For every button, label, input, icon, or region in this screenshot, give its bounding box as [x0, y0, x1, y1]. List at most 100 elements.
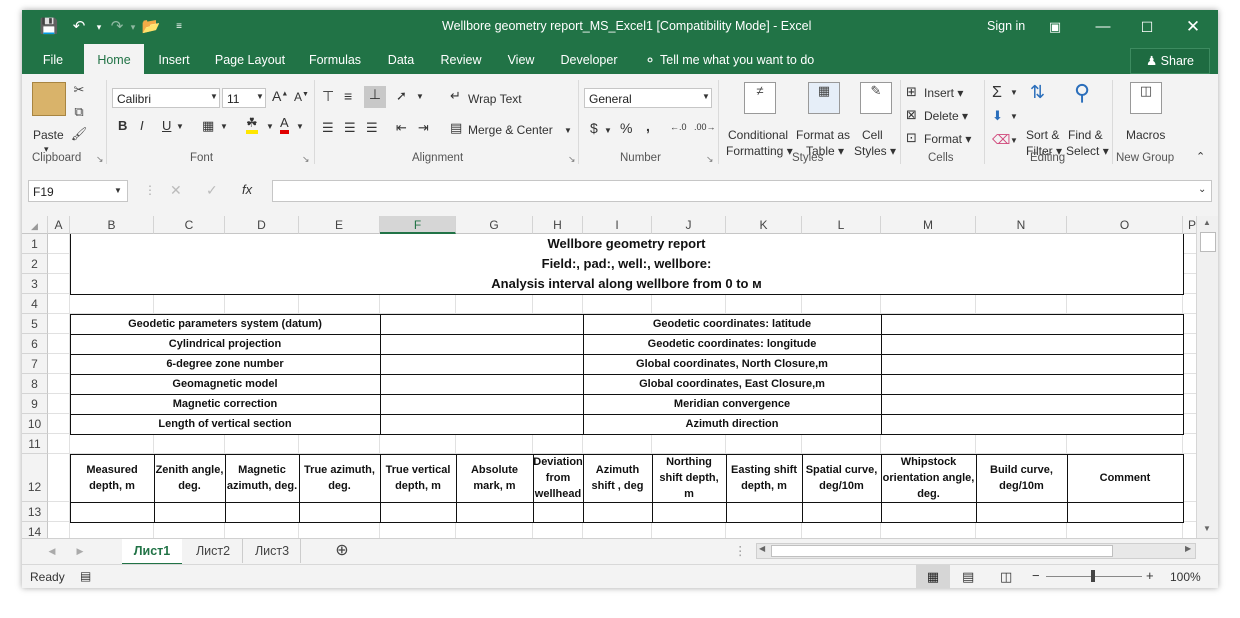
table-data-cell[interactable]: [456, 502, 533, 522]
param-label-left[interactable]: Geodetic parameters system (datum): [70, 314, 380, 334]
customize-qat-icon[interactable]: ≡: [168, 16, 190, 38]
scroll-right-icon[interactable]: ▶: [1185, 544, 1191, 553]
sort-filter-label[interactable]: Sort &: [1026, 128, 1059, 142]
autosum-dropdown-icon[interactable]: ▼: [1010, 88, 1018, 97]
align-left-icon[interactable]: ☰: [322, 120, 334, 136]
param-label-right[interactable]: Geodetic coordinates: longitude: [583, 334, 881, 354]
table-header-cell[interactable]: Northing shift depth, m: [652, 454, 726, 502]
table-header-cell[interactable]: True azimuth, deg.: [299, 454, 380, 502]
zoom-slider-thumb[interactable]: [1091, 570, 1095, 582]
param-label-left[interactable]: Length of vertical section: [70, 414, 380, 434]
currency-dropdown-icon[interactable]: ▼: [604, 126, 612, 135]
table-header-cell[interactable]: Azimuth shift , deg: [583, 454, 652, 502]
column-header-c[interactable]: C: [154, 216, 225, 234]
tab-split-handle-icon[interactable]: ⋮: [734, 539, 747, 563]
vertical-scroll-thumb[interactable]: [1200, 232, 1216, 252]
clear-icon[interactable]: ⌫: [992, 132, 1010, 148]
param-label-right[interactable]: Global coordinates, East Closure,m: [583, 374, 881, 394]
tab-data[interactable]: Data: [382, 44, 420, 74]
open-folder-icon[interactable]: 📂: [140, 16, 162, 38]
share-button[interactable]: ♟ Share: [1130, 48, 1210, 74]
underline-icon[interactable]: U: [162, 118, 171, 133]
param-value-right[interactable]: [881, 354, 1183, 374]
worksheet-grid[interactable]: ◢ A B C D E F G H I J K L M N O P 1 2 3 4 5 6 7 8 9 10 11 12 13 14 Well…: [22, 216, 1196, 538]
table-data-cell[interactable]: [299, 502, 380, 522]
save-icon[interactable]: 💾: [38, 16, 60, 38]
macro-recording-icon[interactable]: ▤: [80, 569, 91, 583]
table-header-cell[interactable]: Whipstock orientation angle, deg.: [881, 454, 976, 502]
name-box[interactable]: F19: [28, 180, 128, 202]
column-header-h[interactable]: H: [533, 216, 583, 234]
confirm-entry-icon[interactable]: ✓: [206, 182, 218, 199]
table-header-cell[interactable]: Easting shift depth, m: [726, 454, 802, 502]
tab-page-layout[interactable]: Page Layout: [208, 44, 292, 74]
italic-icon[interactable]: I: [140, 118, 144, 133]
paste-button[interactable]: Paste: [33, 128, 64, 142]
insert-function-icon[interactable]: fx: [242, 182, 252, 197]
format-cells-icon[interactable]: ⊡: [906, 130, 917, 146]
tab-home[interactable]: Home: [84, 44, 144, 74]
fill-color-dropdown-icon[interactable]: ▼: [266, 122, 274, 131]
column-header-e[interactable]: E: [299, 216, 380, 234]
macros-button[interactable]: Macros: [1126, 128, 1165, 142]
table-header-cell[interactable]: Absolute mark, m: [456, 454, 533, 502]
column-header-n[interactable]: N: [976, 216, 1067, 234]
comma-style-icon[interactable]: ,: [646, 118, 650, 134]
page-break-view-icon[interactable]: ◫: [1000, 569, 1012, 585]
normal-view-icon[interactable]: ▦: [916, 565, 950, 588]
param-value-left[interactable]: [380, 354, 583, 374]
tab-developer[interactable]: Developer: [556, 44, 622, 74]
percent-icon[interactable]: %: [620, 120, 632, 136]
bold-icon[interactable]: B: [118, 118, 127, 133]
orientation-dropdown-icon[interactable]: ▼: [416, 92, 424, 101]
insert-cells-icon[interactable]: ⊞: [906, 84, 917, 100]
column-header-f[interactable]: F: [380, 216, 456, 234]
undo-icon[interactable]: ↶: [68, 16, 90, 38]
column-header-a[interactable]: A: [48, 216, 70, 234]
align-right-icon[interactable]: ☰: [366, 120, 378, 136]
expand-formula-bar-icon[interactable]: ⌄: [1198, 184, 1206, 195]
decrease-indent-icon[interactable]: ⇤: [396, 120, 407, 136]
underline-dropdown-icon[interactable]: ▼: [176, 122, 184, 131]
param-value-right[interactable]: [881, 394, 1183, 414]
currency-icon[interactable]: $: [590, 120, 598, 136]
row-header-9[interactable]: 9: [22, 394, 48, 414]
tab-formulas[interactable]: Formulas: [302, 44, 368, 74]
sheet-tab-1[interactable]: Лист1: [122, 539, 182, 565]
number-launcher-icon[interactable]: ↘: [706, 154, 714, 165]
format-cells-button[interactable]: Format ▾: [924, 132, 971, 146]
cell-styles-label[interactable]: Cell: [862, 128, 883, 142]
column-header-d[interactable]: D: [225, 216, 299, 234]
top-align-icon[interactable]: ⊤: [322, 88, 334, 105]
row-header-4[interactable]: 4: [22, 294, 48, 314]
param-label-right[interactable]: Geodetic coordinates: latitude: [583, 314, 881, 334]
param-label-right[interactable]: Meridian convergence: [583, 394, 881, 414]
param-value-left[interactable]: [380, 334, 583, 354]
column-header-m[interactable]: M: [881, 216, 976, 234]
table-data-cell[interactable]: [533, 502, 583, 522]
conditional-formatting-icon[interactable]: ≠: [744, 82, 776, 114]
table-data-cell[interactable]: [1067, 502, 1183, 522]
borders-dropdown-icon[interactable]: ▼: [220, 122, 228, 131]
page-layout-view-icon[interactable]: ▤: [962, 569, 974, 585]
new-sheet-icon[interactable]: ⊕: [330, 539, 354, 563]
merge-center-button[interactable]: Merge & Center: [468, 123, 553, 137]
next-sheet-icon[interactable]: ▶: [74, 539, 86, 563]
row-header-6[interactable]: 6: [22, 334, 48, 354]
vertical-scrollbar[interactable]: ▲ ▼: [1196, 216, 1218, 538]
param-label-left[interactable]: 6-degree zone number: [70, 354, 380, 374]
table-header-cell[interactable]: Deviation from wellhead: [533, 454, 583, 502]
font-name-dropdown-icon[interactable]: ▼: [210, 92, 218, 101]
row-header-11[interactable]: 11: [22, 434, 48, 454]
borders-icon[interactable]: ▦: [202, 118, 214, 134]
number-format-dropdown-icon[interactable]: ▼: [702, 92, 710, 101]
row-header-5[interactable]: 5: [22, 314, 48, 334]
delete-cells-button[interactable]: Delete ▾: [924, 109, 968, 123]
formula-input[interactable]: [272, 180, 1212, 202]
align-center-icon[interactable]: ☰: [344, 120, 356, 136]
sign-in-link[interactable]: Sign in: [987, 19, 1025, 33]
decrease-font-icon[interactable]: A▼: [294, 90, 309, 104]
copy-icon[interactable]: ⧉: [70, 104, 88, 120]
conditional-formatting-label[interactable]: Conditional: [728, 128, 788, 142]
sheet-tab-2[interactable]: Лист2: [184, 539, 243, 563]
